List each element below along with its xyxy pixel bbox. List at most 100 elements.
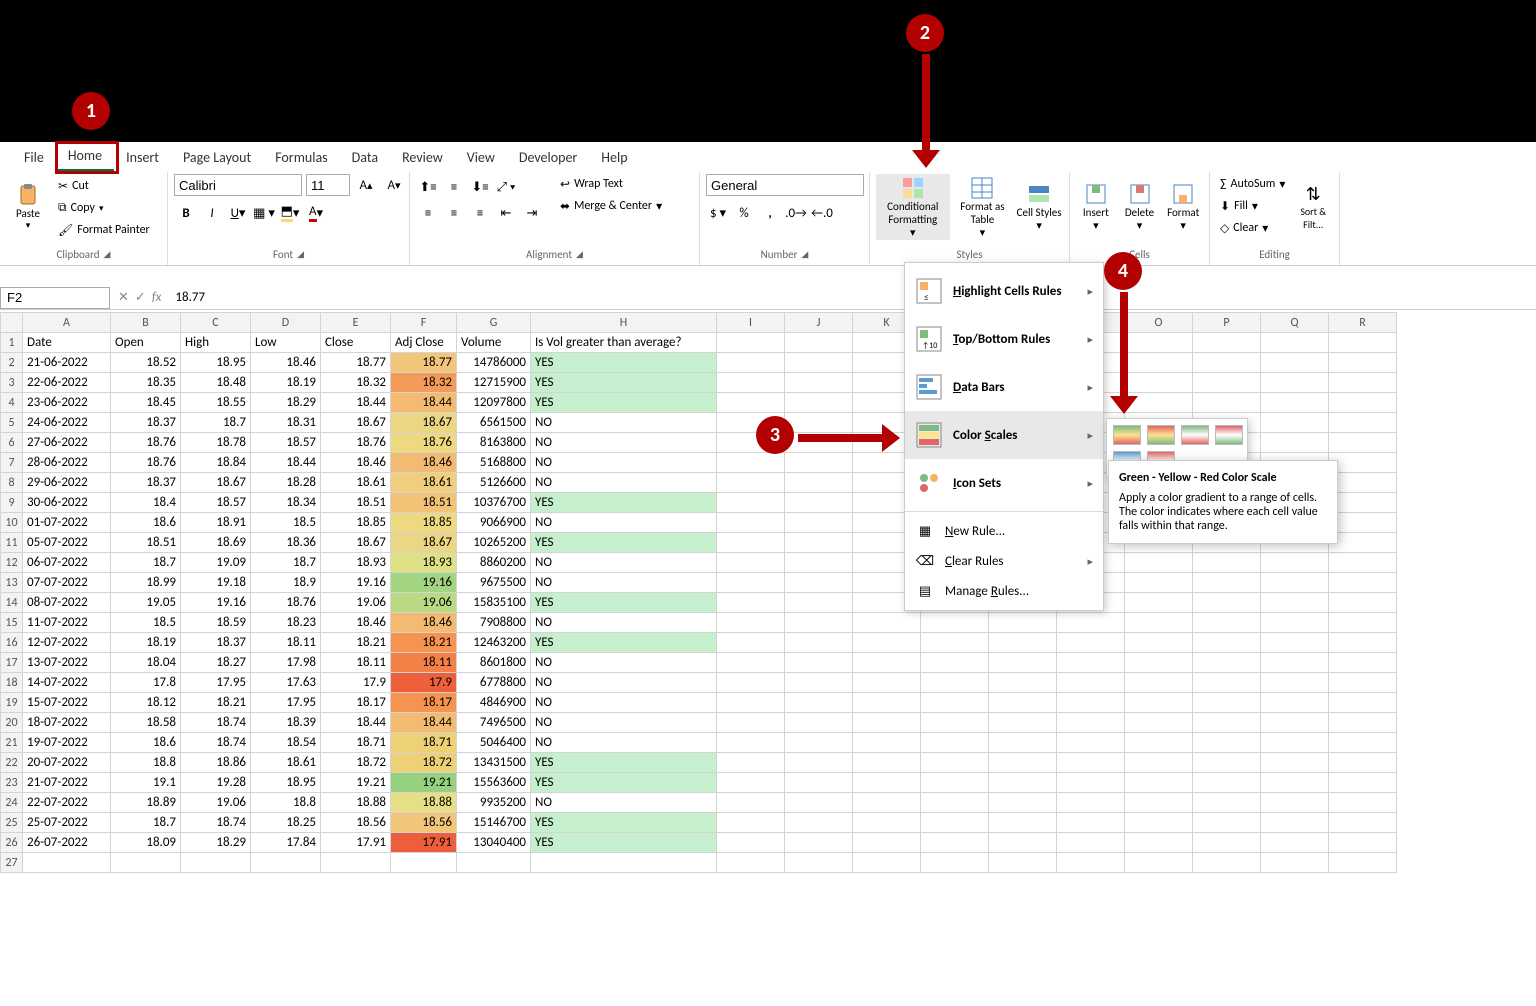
cell[interactable]: 06-07-2022: [23, 553, 111, 573]
cell[interactable]: 18.29: [181, 833, 251, 853]
cell[interactable]: 19.28: [181, 773, 251, 793]
align-middle-button[interactable]: ≡: [442, 176, 466, 198]
row-header-9[interactable]: 9: [1, 493, 23, 513]
row-header-8[interactable]: 8: [1, 473, 23, 493]
align-top-button[interactable]: ⬆≡: [416, 176, 440, 198]
cell[interactable]: 27-06-2022: [23, 433, 111, 453]
swatch-gwr[interactable]: [1181, 425, 1209, 445]
cell[interactable]: 18.44: [251, 453, 321, 473]
cell[interactable]: 17.95: [251, 693, 321, 713]
cell[interactable]: 12097800: [457, 393, 531, 413]
decrease-decimal-button[interactable]: ←.0: [810, 202, 834, 224]
cell-isvol[interactable]: NO: [531, 613, 717, 633]
cell[interactable]: 19-07-2022: [23, 733, 111, 753]
comma-button[interactable]: ,: [758, 202, 782, 224]
copy-button[interactable]: ⧉Copy ▾: [54, 198, 154, 218]
cell[interactable]: 18.55: [181, 393, 251, 413]
conditional-formatting-button[interactable]: Conditional Formatting ▾: [876, 174, 950, 240]
cell[interactable]: 18.4: [111, 493, 181, 513]
row-header-20[interactable]: 20: [1, 713, 23, 733]
paste-button[interactable]: Paste ▾: [6, 174, 50, 240]
cell[interactable]: 13040400: [457, 833, 531, 853]
cell[interactable]: 17.63: [251, 673, 321, 693]
tab-formulas[interactable]: Formulas: [263, 144, 339, 171]
cell[interactable]: 5168800: [457, 453, 531, 473]
row-header-25[interactable]: 25: [1, 813, 23, 833]
cell[interactable]: 19.1: [111, 773, 181, 793]
cell[interactable]: 18.37: [181, 633, 251, 653]
cell[interactable]: 18.85: [321, 513, 391, 533]
wrap-text-button[interactable]: ↩Wrap Text: [556, 174, 666, 194]
row-header-7[interactable]: 7: [1, 453, 23, 473]
cell-isvol[interactable]: YES: [531, 773, 717, 793]
cell-styles-button[interactable]: Cell Styles ▾: [1015, 174, 1063, 240]
cell[interactable]: 12-07-2022: [23, 633, 111, 653]
cell-adj-close[interactable]: 18.61: [391, 473, 457, 493]
col-header-R[interactable]: R: [1329, 313, 1397, 333]
cell[interactable]: 8163800: [457, 433, 531, 453]
format-cells-button[interactable]: Format ▾: [1163, 174, 1203, 240]
cell-adj-close[interactable]: 19.21: [391, 773, 457, 793]
spreadsheet-grid[interactable]: ABCDEFGHIJKLMNOPQR1DateOpenHighLowCloseA…: [0, 312, 1536, 873]
row-header-12[interactable]: 12: [1, 553, 23, 573]
cell-isvol[interactable]: NO: [531, 433, 717, 453]
row-header-2[interactable]: 2: [1, 353, 23, 373]
cell[interactable]: 18.76: [111, 433, 181, 453]
cell-isvol[interactable]: NO: [531, 413, 717, 433]
cell[interactable]: 18.45: [111, 393, 181, 413]
cell-isvol[interactable]: YES: [531, 493, 717, 513]
cell-isvol[interactable]: NO: [531, 573, 717, 593]
cell[interactable]: 14-07-2022: [23, 673, 111, 693]
cell[interactable]: 21-06-2022: [23, 353, 111, 373]
cell[interactable]: 18.71: [321, 733, 391, 753]
insert-cells-button[interactable]: Insert ▾: [1076, 174, 1116, 240]
cell-adj-close[interactable]: 18.11: [391, 653, 457, 673]
menu-manage-rules[interactable]: ▤ Manage Rules...: [905, 576, 1103, 606]
cell[interactable]: 17.98: [251, 653, 321, 673]
swatch-ryg[interactable]: [1147, 425, 1175, 445]
dialog-launcher-icon[interactable]: ◢: [297, 249, 304, 260]
cell-isvol[interactable]: NO: [531, 673, 717, 693]
header-cell[interactable]: Adj Close: [391, 333, 457, 353]
cell-adj-close[interactable]: 18.72: [391, 753, 457, 773]
cell-isvol[interactable]: NO: [531, 513, 717, 533]
menu-data-bars[interactable]: Data Bars ▸: [905, 363, 1103, 411]
cell[interactable]: 18.58: [111, 713, 181, 733]
cancel-icon[interactable]: ✕: [118, 290, 129, 305]
name-box[interactable]: [0, 287, 110, 309]
cell[interactable]: 18.19: [251, 373, 321, 393]
cell[interactable]: 18.89: [111, 793, 181, 813]
cell[interactable]: 18.76: [251, 593, 321, 613]
cell-adj-close[interactable]: 18.44: [391, 393, 457, 413]
number-format-select[interactable]: [706, 174, 864, 196]
header-cell[interactable]: Low: [251, 333, 321, 353]
cell[interactable]: 18.46: [251, 353, 321, 373]
cell[interactable]: 18.76: [321, 433, 391, 453]
cell[interactable]: 18.36: [251, 533, 321, 553]
cell[interactable]: 18.74: [181, 733, 251, 753]
cell[interactable]: 24-06-2022: [23, 413, 111, 433]
cell[interactable]: 18.7: [251, 553, 321, 573]
sort-filter-button[interactable]: ⇅Sort & Filt...: [1293, 174, 1333, 240]
menu-new-rule[interactable]: ▦ New Rule...: [905, 516, 1103, 546]
cell[interactable]: 18.88: [321, 793, 391, 813]
cell[interactable]: 18.76: [111, 453, 181, 473]
cell[interactable]: 30-06-2022: [23, 493, 111, 513]
swatch-gyr[interactable]: [1113, 425, 1141, 445]
cell[interactable]: 11-07-2022: [23, 613, 111, 633]
cell[interactable]: 18.95: [251, 773, 321, 793]
row-header-19[interactable]: 19: [1, 693, 23, 713]
cell-isvol[interactable]: YES: [531, 593, 717, 613]
col-header-F[interactable]: F: [391, 313, 457, 333]
row-header-4[interactable]: 4: [1, 393, 23, 413]
row-header-18[interactable]: 18: [1, 673, 23, 693]
autosum-button[interactable]: ∑AutoSum ▾: [1216, 174, 1289, 194]
row-header-16[interactable]: 16: [1, 633, 23, 653]
cell[interactable]: 19.05: [111, 593, 181, 613]
cell[interactable]: 18.04: [111, 653, 181, 673]
cell[interactable]: 18.12: [111, 693, 181, 713]
increase-font-button[interactable]: A▴: [354, 174, 378, 196]
cell[interactable]: 7496500: [457, 713, 531, 733]
cell[interactable]: 18.5: [251, 513, 321, 533]
cell[interactable]: 17.9: [321, 673, 391, 693]
